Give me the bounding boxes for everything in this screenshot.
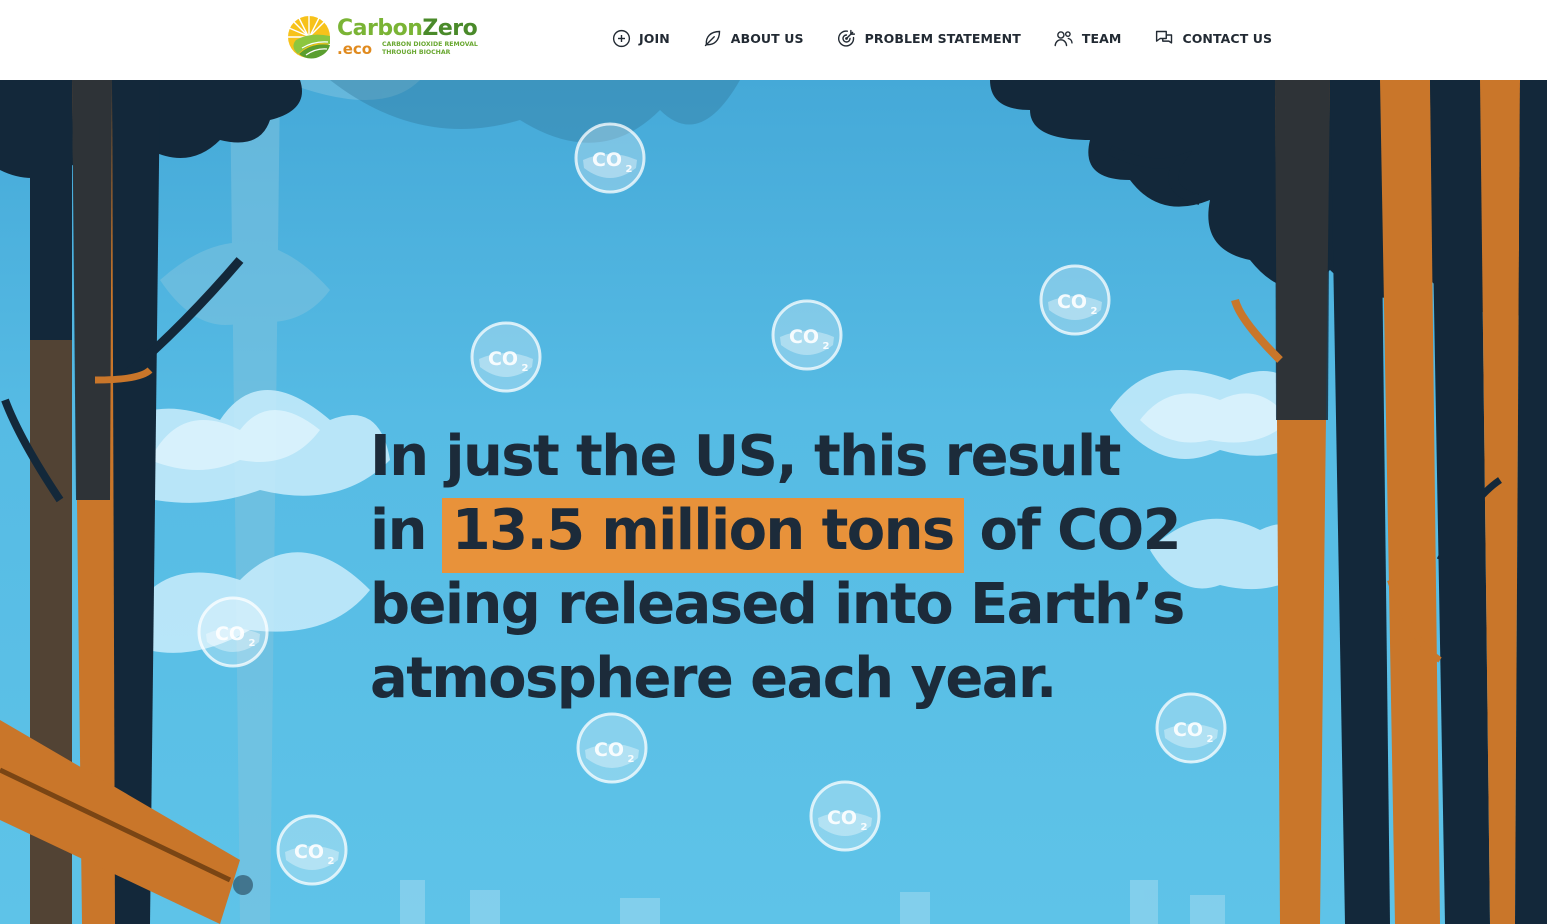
chat-bubbles-icon bbox=[1153, 27, 1175, 49]
nav-item-join[interactable]: JOIN bbox=[610, 26, 670, 50]
headline-highlight: 13.5 million tons bbox=[441, 498, 964, 573]
nav-item-label: CONTACT US bbox=[1182, 30, 1273, 46]
headline-line-1: In just the US, this result bbox=[370, 424, 1121, 489]
brand-name: CarbonZero bbox=[337, 16, 478, 42]
nav-item-label: JOIN bbox=[639, 30, 670, 46]
nav-item-contact-us[interactable]: CONTACT US bbox=[1153, 26, 1272, 50]
brand-logo[interactable]: CarbonZero .eco CARBON DIOXIDE REMOVAL T… bbox=[286, 14, 486, 62]
hero-section: CO 2 bbox=[0, 80, 1547, 924]
headline-line-2-start: in bbox=[370, 498, 444, 563]
site-header: CarbonZero .eco CARBON DIOXIDE REMOVAL T… bbox=[0, 0, 1547, 80]
brand-domain: .eco bbox=[337, 40, 373, 58]
brand-name-part2: Zero bbox=[422, 16, 478, 41]
users-icon bbox=[1053, 27, 1075, 49]
nav-item-problem-statement[interactable]: PROBLEM STATEMENT bbox=[836, 26, 1021, 50]
nav-item-label: ABOUT US bbox=[730, 30, 804, 46]
leaf-icon bbox=[702, 27, 724, 49]
target-icon bbox=[836, 27, 858, 49]
headline-line-2-end: of CO2 bbox=[961, 498, 1182, 563]
nav-item-about-us[interactable]: ABOUT US bbox=[702, 26, 804, 50]
brand-tagline: CARBON DIOXIDE REMOVAL THROUGH BIOCHAR bbox=[382, 41, 478, 56]
nav-item-team[interactable]: TEAM bbox=[1053, 26, 1122, 50]
brand-name-part1: Carbon bbox=[337, 16, 423, 41]
nav-item-label: PROBLEM STATEMENT bbox=[864, 30, 1021, 46]
main-nav: JOIN ABOUT US PROBLEM STATEMENT TEAM CON… bbox=[610, 26, 1272, 50]
hero-headline: In just the US, this result in 13.5 mill… bbox=[370, 420, 1250, 716]
sun-field-logo-icon bbox=[288, 16, 330, 59]
headline-line-4: atmosphere each year. bbox=[370, 646, 1057, 711]
headline-line-3: being released into Earth’s bbox=[370, 572, 1185, 637]
nav-item-label: TEAM bbox=[1081, 30, 1122, 46]
headline-highlight-text: 13.5 million tons bbox=[451, 498, 955, 563]
plus-circle-icon bbox=[610, 27, 632, 49]
